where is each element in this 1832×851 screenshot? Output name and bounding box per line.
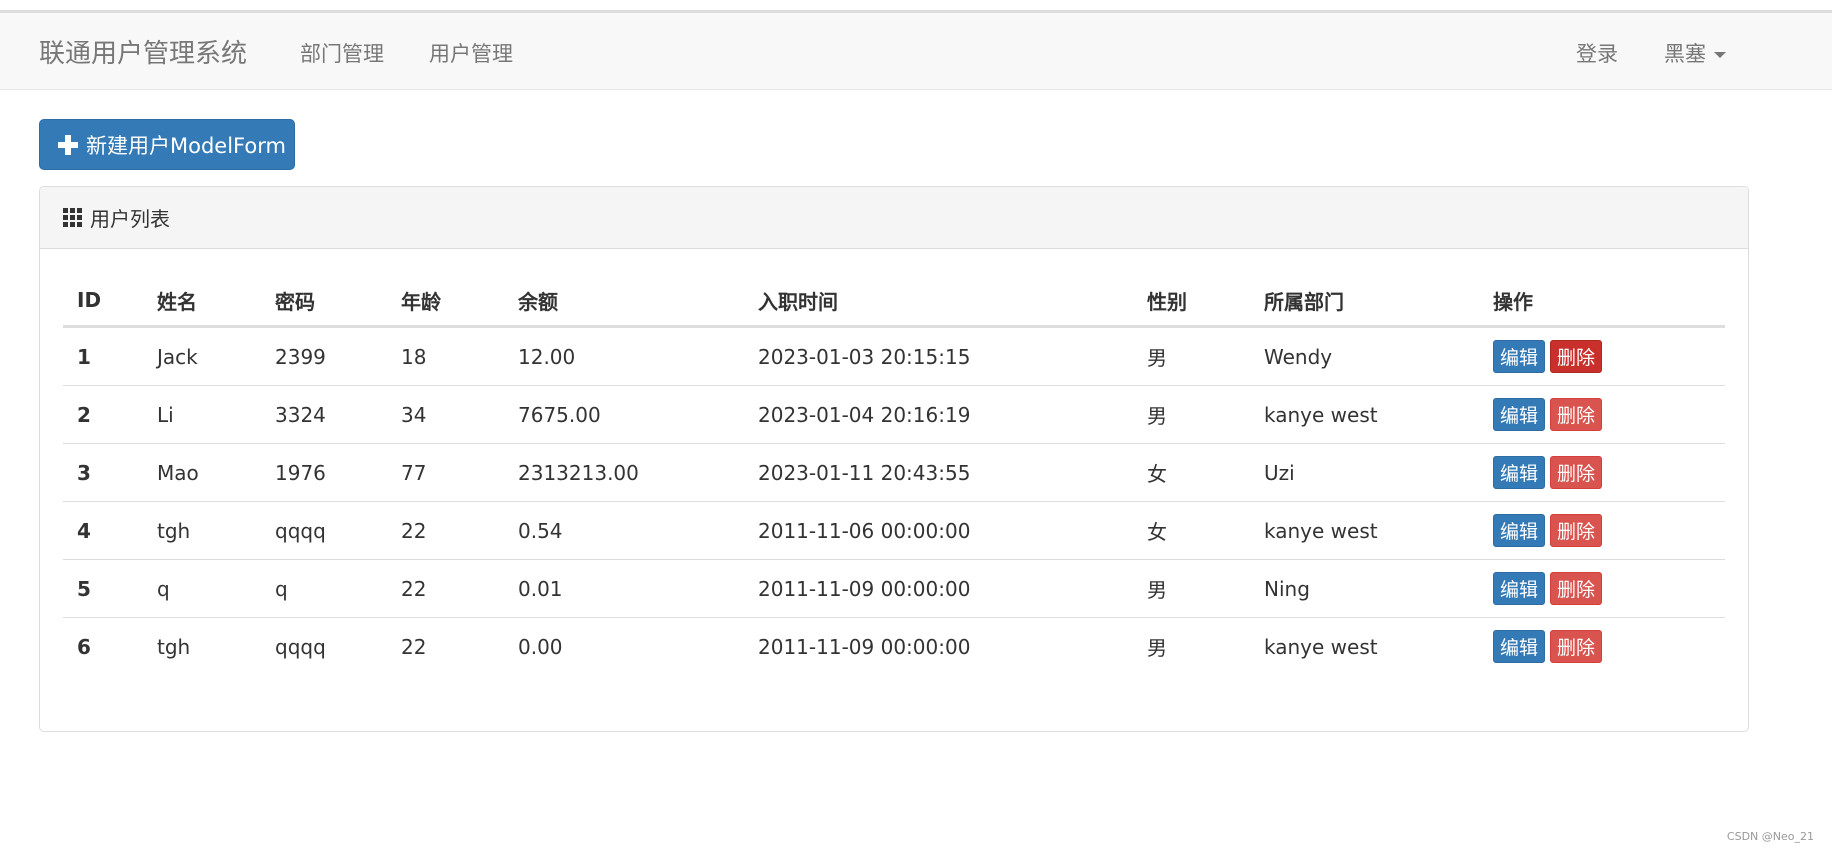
edit-button[interactable]: 编辑 [1493, 630, 1546, 663]
delete-button[interactable]: 删除 [1550, 340, 1603, 373]
cell-id: 6 [77, 634, 91, 659]
delete-button[interactable]: 删除 [1550, 630, 1603, 663]
cell-actions: 编辑 删除 [1493, 560, 1607, 617]
cell-department: Ning [1264, 576, 1310, 601]
table-row: 1 Jack 2399 18 12.00 2023-01-03 20:15:15… [63, 327, 1725, 385]
header-actions: 操作 [1493, 289, 1533, 314]
cell-name: tgh [157, 518, 191, 543]
header-name: 姓名 [157, 289, 197, 314]
cell-account: 7675.00 [518, 402, 601, 427]
cell-password: qqqq [275, 634, 326, 659]
grid-icon [63, 208, 82, 227]
table-row: 6 tgh qqqq 22 0.00 2011-11-09 00:00:00 男… [63, 617, 1725, 675]
header-password: 密码 [275, 289, 315, 314]
add-user-button-label: 新建用户ModelForm [86, 133, 286, 158]
cell-actions: 编辑 删除 [1493, 502, 1607, 559]
panel-heading: 用户列表 [40, 187, 1748, 249]
user-dropdown[interactable]: 黑塞 [1664, 38, 1726, 68]
user-table: ID 姓名 密码 年龄 余额 入职时间 性别 所属部门 操作 1 Jack 23… [63, 275, 1725, 675]
cell-name: Jack [157, 344, 198, 369]
header-department: 所属部门 [1264, 289, 1344, 314]
cell-actions: 编辑 删除 [1493, 618, 1607, 675]
cell-create-time: 2011-11-06 00:00:00 [758, 518, 971, 543]
delete-button[interactable]: 删除 [1550, 572, 1603, 605]
cell-actions: 编辑 删除 [1493, 444, 1607, 501]
cell-create-time: 2023-01-11 20:43:55 [758, 460, 971, 485]
cell-department: kanye west [1264, 402, 1378, 427]
delete-button[interactable]: 删除 [1550, 514, 1603, 547]
edit-button[interactable]: 编辑 [1493, 340, 1546, 373]
cell-create-time: 2023-01-04 20:16:19 [758, 402, 971, 427]
cell-id: 3 [77, 460, 91, 485]
add-user-button[interactable]: 新建用户ModelForm [39, 119, 295, 170]
table-row: 4 tgh qqqq 22 0.54 2011-11-06 00:00:00 女… [63, 501, 1725, 559]
cell-gender: 女 [1147, 520, 1167, 544]
cell-name: tgh [157, 634, 191, 659]
cell-gender: 男 [1147, 578, 1167, 602]
cell-gender: 男 [1147, 346, 1167, 370]
cell-account: 0.01 [518, 576, 563, 601]
header-gender: 性别 [1147, 289, 1187, 314]
user-dropdown-label: 黑塞 [1664, 42, 1706, 66]
cell-create-time: 2023-01-03 20:15:15 [758, 344, 971, 369]
cell-department: kanye west [1264, 518, 1378, 543]
cell-name: Li [157, 402, 174, 427]
delete-button[interactable]: 删除 [1550, 398, 1603, 431]
plus-icon [58, 134, 78, 155]
cell-account: 0.00 [518, 634, 563, 659]
caret-down-icon [1714, 52, 1726, 58]
edit-button[interactable]: 编辑 [1493, 398, 1546, 431]
cell-department: Wendy [1264, 344, 1333, 369]
cell-age: 77 [401, 460, 427, 485]
nav-link-departments[interactable]: 部门管理 [300, 38, 384, 68]
cell-age: 34 [401, 402, 427, 427]
cell-actions: 编辑 删除 [1493, 328, 1607, 385]
edit-button[interactable]: 编辑 [1493, 572, 1546, 605]
delete-button[interactable]: 删除 [1550, 456, 1603, 489]
cell-id: 5 [77, 576, 91, 601]
header-id: ID [77, 288, 102, 312]
cell-name: q [157, 576, 170, 601]
cell-password: 3324 [275, 402, 326, 427]
cell-id: 4 [77, 518, 91, 543]
cell-age: 22 [401, 518, 427, 543]
cell-password: 1976 [275, 460, 326, 485]
cell-account: 0.54 [518, 518, 563, 543]
nav-link-login[interactable]: 登录 [1576, 38, 1618, 68]
cell-create-time: 2011-11-09 00:00:00 [758, 576, 971, 601]
cell-department: Uzi [1264, 460, 1295, 485]
header-account: 余额 [518, 289, 558, 314]
header-create-time: 入职时间 [758, 289, 838, 314]
nav-link-users[interactable]: 用户管理 [429, 38, 513, 68]
cell-password: 2399 [275, 344, 326, 369]
table-header-row: ID 姓名 密码 年龄 余额 入职时间 性别 所属部门 操作 [63, 275, 1725, 327]
cell-age: 22 [401, 634, 427, 659]
cell-password: qqqq [275, 518, 326, 543]
cell-actions: 编辑 删除 [1493, 386, 1607, 443]
brand-title[interactable]: 联通用户管理系统 [39, 33, 247, 70]
panel-title: 用户列表 [90, 207, 170, 231]
watermark: CSDN @Neo_21 [1726, 830, 1814, 843]
cell-password: q [275, 576, 288, 601]
table-row: 3 Mao 1976 77 2313213.00 2023-01-11 20:4… [63, 443, 1725, 501]
cell-age: 18 [401, 344, 427, 369]
cell-id: 1 [77, 344, 91, 369]
edit-button[interactable]: 编辑 [1493, 456, 1546, 489]
cell-gender: 男 [1147, 636, 1167, 660]
cell-id: 2 [77, 402, 91, 427]
user-list-panel: 用户列表 ID 姓名 密码 年龄 余额 入职时间 性别 所属部门 操作 1 Ja… [39, 186, 1749, 732]
cell-gender: 女 [1147, 462, 1167, 486]
cell-create-time: 2011-11-09 00:00:00 [758, 634, 971, 659]
cell-department: kanye west [1264, 634, 1378, 659]
edit-button[interactable]: 编辑 [1493, 514, 1546, 547]
cell-account: 2313213.00 [518, 460, 639, 485]
cell-account: 12.00 [518, 344, 576, 369]
table-row: 5 q q 22 0.01 2011-11-09 00:00:00 男 Ning… [63, 559, 1725, 617]
navbar: 联通用户管理系统 部门管理 用户管理 登录 黑塞 [0, 13, 1832, 90]
cell-name: Mao [157, 460, 199, 485]
header-age: 年龄 [401, 289, 441, 314]
cell-gender: 男 [1147, 404, 1167, 428]
table-row: 2 Li 3324 34 7675.00 2023-01-04 20:16:19… [63, 385, 1725, 443]
cell-age: 22 [401, 576, 427, 601]
